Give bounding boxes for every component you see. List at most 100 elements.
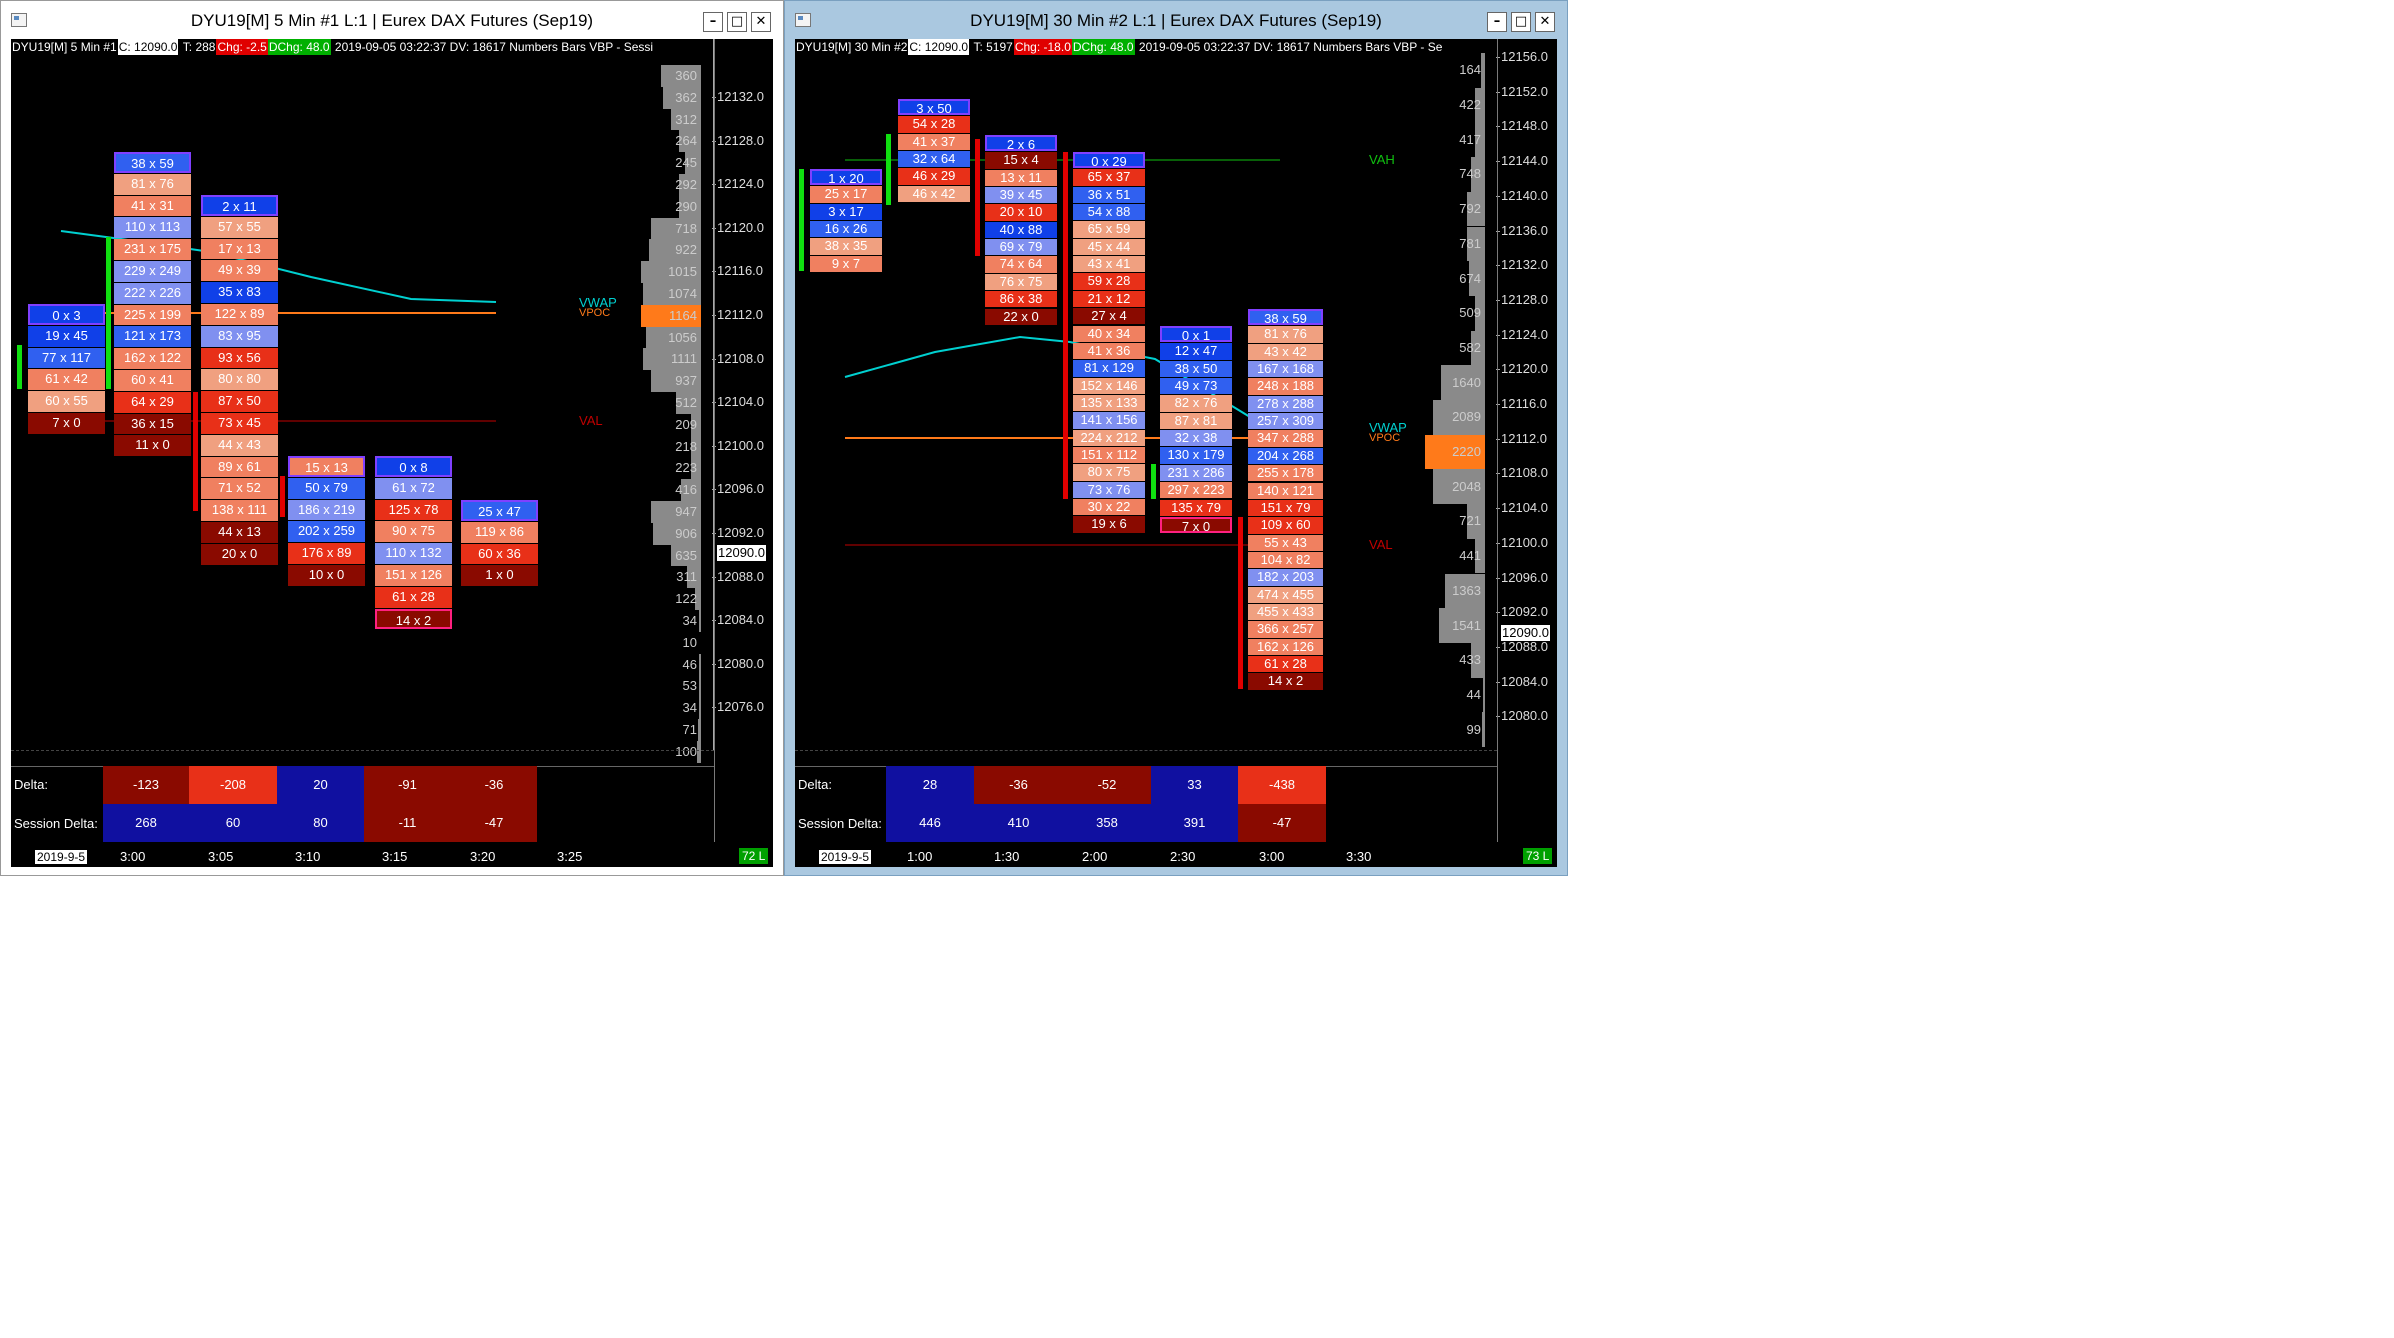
footprint-cell: 0 x 3: [28, 304, 105, 325]
footprint-cell: 231 x 286: [1160, 464, 1232, 482]
footprint-cell: 93 x 56: [201, 347, 278, 369]
footprint-cell: 455 x 433: [1248, 603, 1323, 621]
price-axis-tick: 12092.0: [712, 525, 764, 540]
price-axis-tick: 12104.0: [712, 394, 764, 410]
maximize-icon[interactable]: □: [727, 12, 747, 32]
price-axis-tick: 12096.0: [712, 481, 764, 497]
footprint-cell: 87 x 81: [1160, 412, 1232, 430]
footprint-cell: 138 x 111: [201, 500, 278, 521]
time-axis-label: 3:25: [557, 849, 583, 864]
chart-pane[interactable]: DYU19[M] 5 Min #1 C: 12090.0 T: 288 Chg: -…: [11, 39, 773, 867]
profile-volume-value: 792: [1459, 201, 1481, 217]
volume-profile-bar: [699, 675, 701, 698]
window-title: DYU19[M] 30 Min #2 L:1 | Eurex DAX Futur…: [970, 11, 1382, 30]
maximize-icon[interactable]: □: [1511, 12, 1531, 32]
session-delta-value: 80: [277, 804, 364, 842]
plot-divider: [795, 750, 1497, 752]
footprint-cell: 25 x 47: [461, 500, 538, 521]
footprint-cell: 176 x 89: [288, 543, 365, 564]
footprint-cell: 65 x 37: [1073, 169, 1145, 186]
profile-volume-value: 1164: [669, 307, 697, 323]
footprint-cell: 202 x 259: [288, 521, 365, 543]
profile-volume-value: 209: [675, 416, 697, 432]
chart-pane[interactable]: DYU19[M] 30 Min #2 C: 12090.0 T: 5197 Chg:…: [795, 39, 1557, 867]
footprint-cell: 1 x 0: [461, 565, 538, 587]
footprint-cell: 69 x 79: [985, 239, 1057, 256]
close-icon[interactable]: ✕: [751, 12, 771, 32]
price-axis-tick: 12140.0: [1496, 187, 1548, 203]
title-bar[interactable]: DYU19[M] 5 Min #1 L:1 | Eurex DAX Future…: [1, 1, 783, 39]
footprint-cell: 71 x 52: [201, 478, 278, 500]
buy-imbalance-bar: [106, 237, 111, 389]
profile-volume-value: 906: [675, 525, 697, 541]
delta-value: -36: [974, 766, 1063, 804]
footprint-cell: 19 x 6: [1073, 516, 1145, 533]
profile-volume-value: 748: [1459, 166, 1481, 182]
profile-volume-value: 218: [675, 438, 697, 454]
footprint-cell: 130 x 179: [1160, 447, 1232, 464]
footprint-cell: 140 x 121: [1248, 482, 1323, 499]
footprint-cell: 0 x 29: [1073, 152, 1145, 169]
close-icon[interactable]: ✕: [1535, 12, 1555, 32]
footprint-cell: 151 x 112: [1073, 446, 1145, 464]
price-axis-tick: 12088.0: [1496, 638, 1548, 654]
volume-profile-bar: [699, 610, 701, 632]
title-bar[interactable]: DYU19[M] 30 Min #2 L:1 | Eurex DAX Futur…: [785, 1, 1567, 39]
footprint-cell: 347 x 288: [1248, 430, 1323, 447]
price-axis-tick: 12144.0: [1496, 153, 1548, 169]
footprint-cell: 54 x 28: [898, 116, 970, 133]
profile-volume-value: 245: [675, 155, 697, 171]
footprint-cell: 77 x 117: [28, 347, 105, 369]
footprint-cell: 43 x 41: [1073, 256, 1145, 273]
minimize-icon[interactable]: –: [1487, 12, 1507, 32]
price-axis-tick: 12152.0: [1496, 83, 1548, 99]
footprint-cell: 125 x 78: [375, 499, 452, 521]
sell-imbalance-bar: [1063, 152, 1068, 499]
footprint-cell: 55 x 43: [1248, 534, 1323, 551]
footprint-cell: 81 x 76: [1248, 326, 1323, 343]
profile-volume-value: 290: [675, 198, 697, 214]
footprint-cell: 80 x 80: [201, 369, 278, 391]
profile-volume-value: 34: [682, 612, 697, 628]
volume-profile-bar: [1482, 712, 1485, 747]
footprint-cell: 32 x 64: [898, 151, 970, 168]
buy-imbalance-bar: [886, 134, 891, 205]
price-axis-tick: 12100.0: [1496, 534, 1548, 550]
footprint-cell: 366 x 257: [1248, 621, 1323, 638]
footprint-cell: 36 x 15: [114, 413, 191, 435]
price-axis-tick: 12116.0: [711, 263, 764, 279]
sell-imbalance-bar: [280, 476, 285, 517]
session-delta-value: -47: [1238, 804, 1326, 842]
minimize-icon[interactable]: –: [703, 12, 723, 32]
price-axis-tick: 12128.0: [1496, 291, 1548, 307]
footprint-cell: 224 x 212: [1073, 429, 1145, 446]
price-axis-tick: 12088.0: [712, 568, 764, 584]
volume-profile-bar: [698, 719, 701, 741]
chart-window-5min[interactable]: DYU19[M] 5 Min #1 L:1 | Eurex DAX Future…: [0, 0, 784, 876]
footprint-cell: 20 x 10: [985, 204, 1057, 221]
chart-window-30min[interactable]: DYU19[M] 30 Min #2 L:1 | Eurex DAX Futur…: [784, 0, 1568, 876]
session-delta-value: 60: [189, 804, 277, 842]
price-axis-tick: 12124.0: [1496, 326, 1548, 342]
session-delta-label: Session Delta:: [798, 816, 882, 831]
price-axis-tick: 12096.0: [1496, 569, 1548, 585]
footprint-cell: 49 x 73: [1160, 378, 1232, 395]
footprint-cell: 122 x 89: [201, 304, 278, 325]
price-axis-tick: 12156.0: [1496, 49, 1548, 64]
footprint-cell: 73 x 45: [201, 413, 278, 434]
footprint-cell: 90 x 75: [375, 521, 452, 543]
footprint-cell: 61 x 72: [375, 477, 452, 499]
volume-profile-bar: [1481, 53, 1485, 88]
profile-volume-value: 417: [1459, 131, 1481, 147]
time-axis-label: 2:00: [1082, 849, 1108, 864]
profile-volume-value: 922: [675, 242, 697, 258]
time-axis-label: 1:00: [907, 849, 933, 864]
footprint-cell: 38 x 59: [114, 152, 191, 173]
price-axis-tick: 12128.0: [712, 132, 764, 148]
footprint-cell: 40 x 88: [985, 221, 1057, 239]
volume-profile-bar: [699, 697, 701, 719]
footprint-cell: 54 x 88: [1073, 204, 1145, 221]
footprint-cell: 20 x 0: [201, 543, 278, 565]
footprint-cell: 41 x 31: [114, 195, 191, 217]
footprint-cell: 104 x 82: [1248, 551, 1323, 569]
